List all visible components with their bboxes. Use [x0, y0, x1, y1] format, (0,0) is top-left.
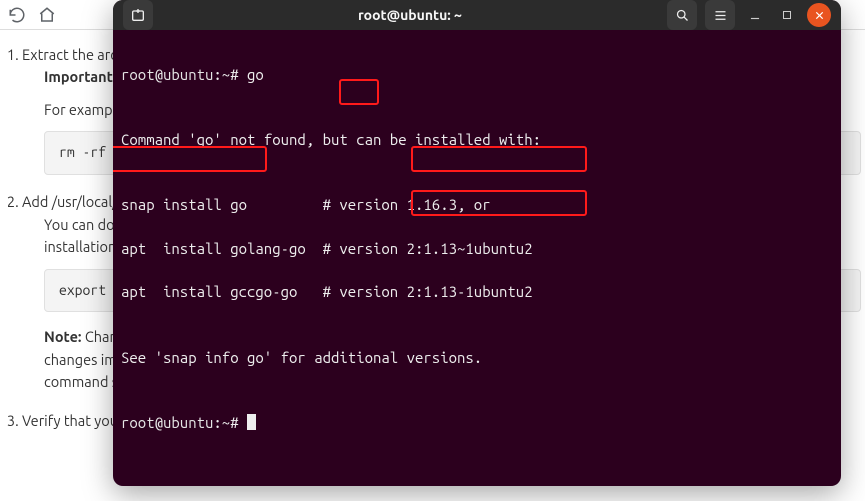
installation-tail: installation)	[44, 238, 121, 255]
reload-icon[interactable]	[8, 6, 26, 24]
prompt-path: :~#	[213, 66, 247, 83]
out-l3: apt install golang-go # version 2:1.13~1…	[121, 238, 833, 260]
prompt-userhost-2: root@ubuntu	[121, 414, 213, 431]
home-icon[interactable]	[38, 6, 56, 24]
search-button[interactable]	[667, 0, 697, 30]
typed-command: go	[247, 66, 264, 83]
minimize-button[interactable]	[743, 3, 767, 27]
out-l2: snap install go # version 1.16.3, or	[121, 194, 833, 216]
note-label: Note:	[44, 328, 82, 345]
terminal-titlebar: root@ubuntu: ~	[113, 0, 841, 30]
new-tab-button[interactable]	[123, 0, 153, 30]
terminal-body[interactable]: root@ubuntu:~# go Command 'go' not found…	[113, 30, 841, 486]
out-l5: See 'snap info go' for additional versio…	[121, 347, 833, 369]
maximize-button[interactable]	[775, 3, 799, 27]
note-text-2: changes im	[44, 351, 117, 368]
prompt-userhost: root@ubuntu	[121, 66, 213, 83]
out-l4: apt install gccgo-go # version 2:1.13-1u…	[121, 281, 833, 303]
note-text-3: command s	[44, 373, 118, 390]
prompt-path-2: :~#	[213, 414, 247, 431]
step2-text: Add /usr/local/	[22, 193, 117, 210]
hamburger-menu-button[interactable]	[705, 0, 735, 30]
close-button[interactable]	[807, 3, 831, 27]
important-label: Important:	[44, 68, 117, 85]
terminal-title: root@ubuntu: ~	[161, 7, 659, 23]
out-l1: Command 'go' not found, but can be insta…	[121, 129, 833, 151]
terminal-window: root@ubuntu: ~ root@ubuntu:~# go Command…	[113, 0, 841, 486]
cursor-block-icon	[247, 414, 256, 430]
